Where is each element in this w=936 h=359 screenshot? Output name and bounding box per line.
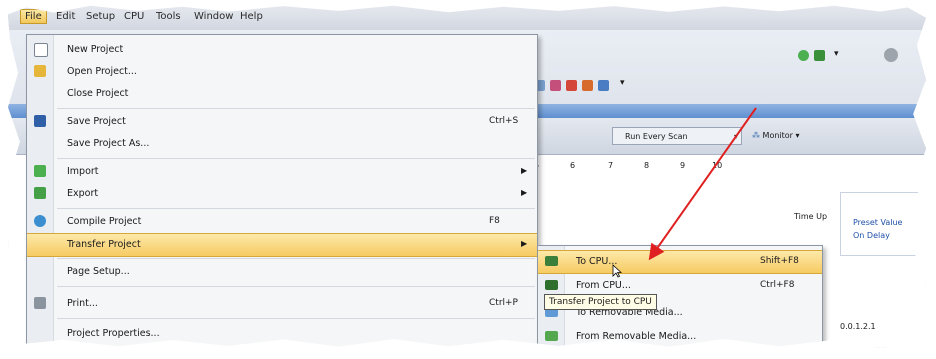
screenshot-frame: File Edit Setup CPU Tools Window Help ▾ … [8, 5, 926, 348]
annotation-arrow [648, 107, 757, 261]
